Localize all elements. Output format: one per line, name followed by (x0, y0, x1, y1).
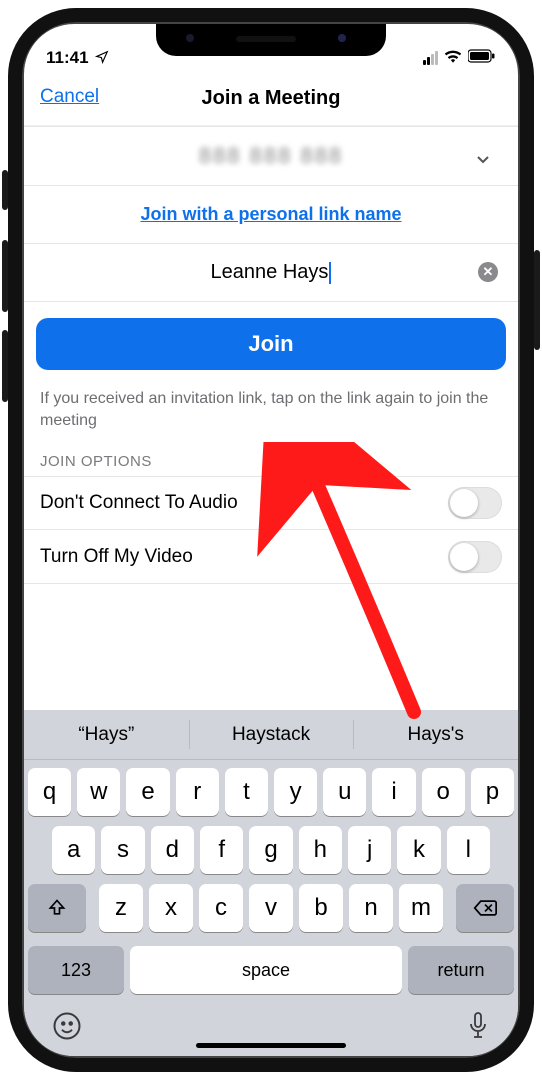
suggestion-1[interactable]: Haystack (189, 710, 354, 759)
key-z[interactable]: z (99, 884, 143, 932)
key-p[interactable]: p (471, 768, 514, 816)
wifi-icon (444, 48, 462, 68)
key-e[interactable]: e (126, 768, 169, 816)
battery-icon (468, 48, 496, 68)
key-k[interactable]: k (397, 826, 440, 874)
key-g[interactable]: g (249, 826, 292, 874)
key-c[interactable]: c (199, 884, 243, 932)
invitation-hint-text: If you received an invitation link, tap … (24, 380, 518, 445)
suggestion-0[interactable]: “Hays” (24, 710, 189, 759)
personal-link-name-link[interactable]: Join with a personal link name (140, 204, 401, 224)
key-x[interactable]: x (149, 884, 193, 932)
home-indicator[interactable] (196, 1043, 346, 1048)
toggle-video[interactable] (448, 541, 502, 573)
key-l[interactable]: l (447, 826, 490, 874)
backspace-key[interactable] (456, 884, 514, 932)
status-time: 11:41 (46, 48, 89, 68)
page-title: Join a Meeting (202, 87, 341, 110)
join-options-header: JOIN OPTIONS (24, 445, 518, 476)
key-u[interactable]: u (323, 768, 366, 816)
key-v[interactable]: v (249, 884, 293, 932)
nav-header: Cancel Join a Meeting (24, 72, 518, 126)
shift-key[interactable] (28, 884, 86, 932)
option-turn-off-video: Turn Off My Video (24, 530, 518, 584)
space-key[interactable]: space (130, 946, 402, 994)
meeting-id-masked: 888 888 888 (199, 143, 343, 169)
emoji-key[interactable] (52, 1011, 82, 1048)
key-y[interactable]: y (274, 768, 317, 816)
dictation-key[interactable] (466, 1011, 490, 1048)
display-name-input: Leanne Hays (98, 261, 444, 284)
clear-input-icon[interactable]: ✕ (478, 262, 498, 282)
cancel-button[interactable]: Cancel (40, 86, 99, 108)
numbers-key[interactable]: 123 (28, 946, 124, 994)
join-button[interactable]: Join (36, 318, 506, 370)
device-notch (156, 24, 386, 56)
key-o[interactable]: o (422, 768, 465, 816)
keyboard-suggestions-bar: “Hays” Haystack Hays's (24, 710, 518, 760)
option-label: Don't Connect To Audio (40, 492, 238, 514)
toggle-audio[interactable] (448, 487, 502, 519)
key-r[interactable]: r (176, 768, 219, 816)
option-dont-connect-audio: Don't Connect To Audio (24, 476, 518, 530)
key-w[interactable]: w (77, 768, 120, 816)
key-n[interactable]: n (349, 884, 393, 932)
chevron-down-icon[interactable] (472, 149, 494, 171)
key-h[interactable]: h (299, 826, 342, 874)
key-q[interactable]: q (28, 768, 71, 816)
key-m[interactable]: m (399, 884, 443, 932)
key-d[interactable]: d (151, 826, 194, 874)
personal-link-row: Join with a personal link name (24, 186, 518, 244)
meeting-id-selector[interactable]: 888 888 888 (24, 126, 518, 186)
key-j[interactable]: j (348, 826, 391, 874)
cellular-signal-icon (423, 51, 438, 65)
key-b[interactable]: b (299, 884, 343, 932)
key-f[interactable]: f (200, 826, 243, 874)
key-i[interactable]: i (372, 768, 415, 816)
key-a[interactable]: a (52, 826, 95, 874)
key-s[interactable]: s (101, 826, 144, 874)
return-key[interactable]: return (408, 946, 514, 994)
display-name-field[interactable]: Leanne Hays ✕ (24, 244, 518, 302)
key-t[interactable]: t (225, 768, 268, 816)
option-label: Turn Off My Video (40, 546, 193, 568)
suggestion-2[interactable]: Hays's (353, 710, 518, 759)
location-icon (95, 50, 109, 67)
ios-keyboard: “Hays” Haystack Hays's qwertyuiop asdfgh… (24, 710, 518, 1056)
